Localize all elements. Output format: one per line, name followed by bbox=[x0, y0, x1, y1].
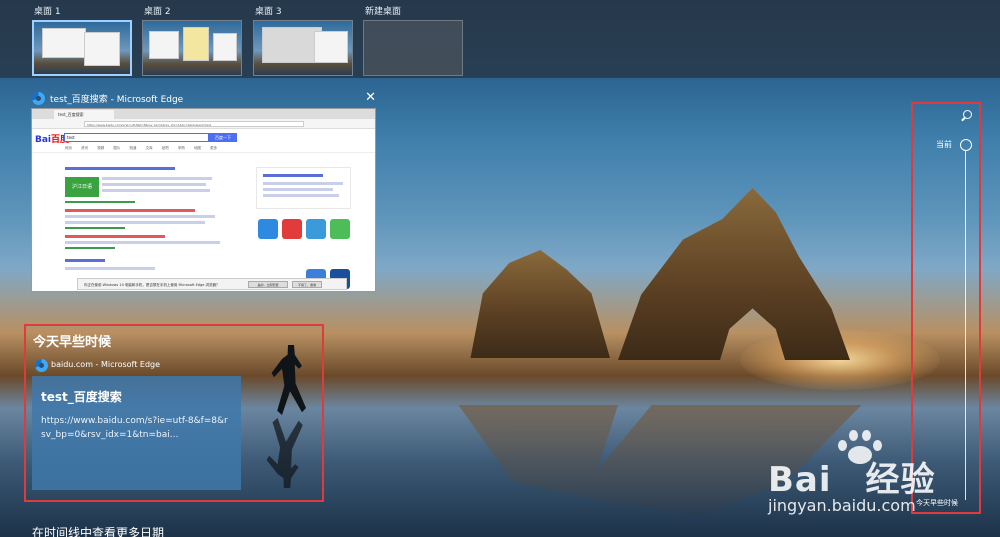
desktop-1-thumbnail[interactable] bbox=[32, 20, 132, 76]
app-tile bbox=[330, 219, 350, 239]
desktop-2-thumbnail[interactable] bbox=[142, 20, 242, 76]
virtual-desktops-bar: 桌面 1 桌面 2 桌面 3 新建桌面 bbox=[0, 0, 1000, 78]
rock-arch bbox=[618, 188, 850, 360]
watermark-url: jingyan.baidu.com bbox=[768, 496, 916, 515]
edge-icon bbox=[32, 92, 45, 105]
browser-address-bar: https://www.baidu.com/s?ie=utf-8&f=8&rsv… bbox=[32, 119, 375, 129]
browser-url: https://www.baidu.com/s?ie=utf-8&f=8&rsv… bbox=[84, 121, 304, 127]
no-thanks-button: 不用了，谢谢 bbox=[292, 281, 322, 288]
desktop-3-thumbnail[interactable] bbox=[253, 20, 353, 76]
baidu-search-button: 百度一下 bbox=[209, 133, 237, 142]
dialog-text: 你正在使用 Windows 10 电脑和手机，是否想在手机上使用 Microso… bbox=[84, 283, 220, 287]
watermark-brand: Bai 经验 bbox=[768, 460, 936, 500]
install-now-button: 是的，立即安装 bbox=[248, 281, 288, 288]
new-desktop-label: 新建桌面 bbox=[365, 7, 402, 17]
close-icon[interactable]: ✕ bbox=[365, 90, 376, 105]
rock-left bbox=[470, 250, 610, 358]
result-title bbox=[65, 167, 175, 170]
baidu-nav-tabs: 网页 资讯 视频 图片 知道 文库 贴吧 采购 地图 更多 bbox=[65, 146, 218, 150]
app-tile bbox=[306, 219, 326, 239]
window-preview-thumbnail[interactable]: test_百度搜索 https://www.baidu.com/s?ie=utf… bbox=[31, 108, 376, 292]
desktop-2-label: 桌面 2 bbox=[144, 7, 171, 17]
new-desktop-button[interactable] bbox=[363, 20, 463, 76]
window-title: test_百度搜索 - Microsoft Edge bbox=[50, 95, 184, 105]
browser-tabbar: test_百度搜索 bbox=[32, 109, 375, 119]
baidu-search-input: test bbox=[64, 133, 209, 142]
app-tile bbox=[282, 219, 302, 239]
right-info-card bbox=[256, 167, 351, 209]
install-dialog: 你正在使用 Windows 10 电脑和手机，是否想在手机上使用 Microso… bbox=[77, 278, 347, 290]
result-logo: 沪江日语 bbox=[65, 177, 99, 197]
window-preview-header[interactable]: test_百度搜索 - Microsoft Edge ✕ bbox=[30, 90, 376, 108]
desktop-1-label: 桌面 1 bbox=[34, 7, 61, 17]
browser-tab: test_百度搜索 bbox=[54, 110, 114, 119]
annotation-box-activity bbox=[24, 324, 324, 502]
app-tile bbox=[258, 219, 278, 239]
baidu-jingyan-watermark: Bai 经验 jingyan.baidu.com bbox=[768, 430, 968, 515]
desktop-3-label: 桌面 3 bbox=[255, 7, 282, 17]
more-dates-link[interactable]: 在时间线中查看更多日期 bbox=[32, 524, 164, 537]
